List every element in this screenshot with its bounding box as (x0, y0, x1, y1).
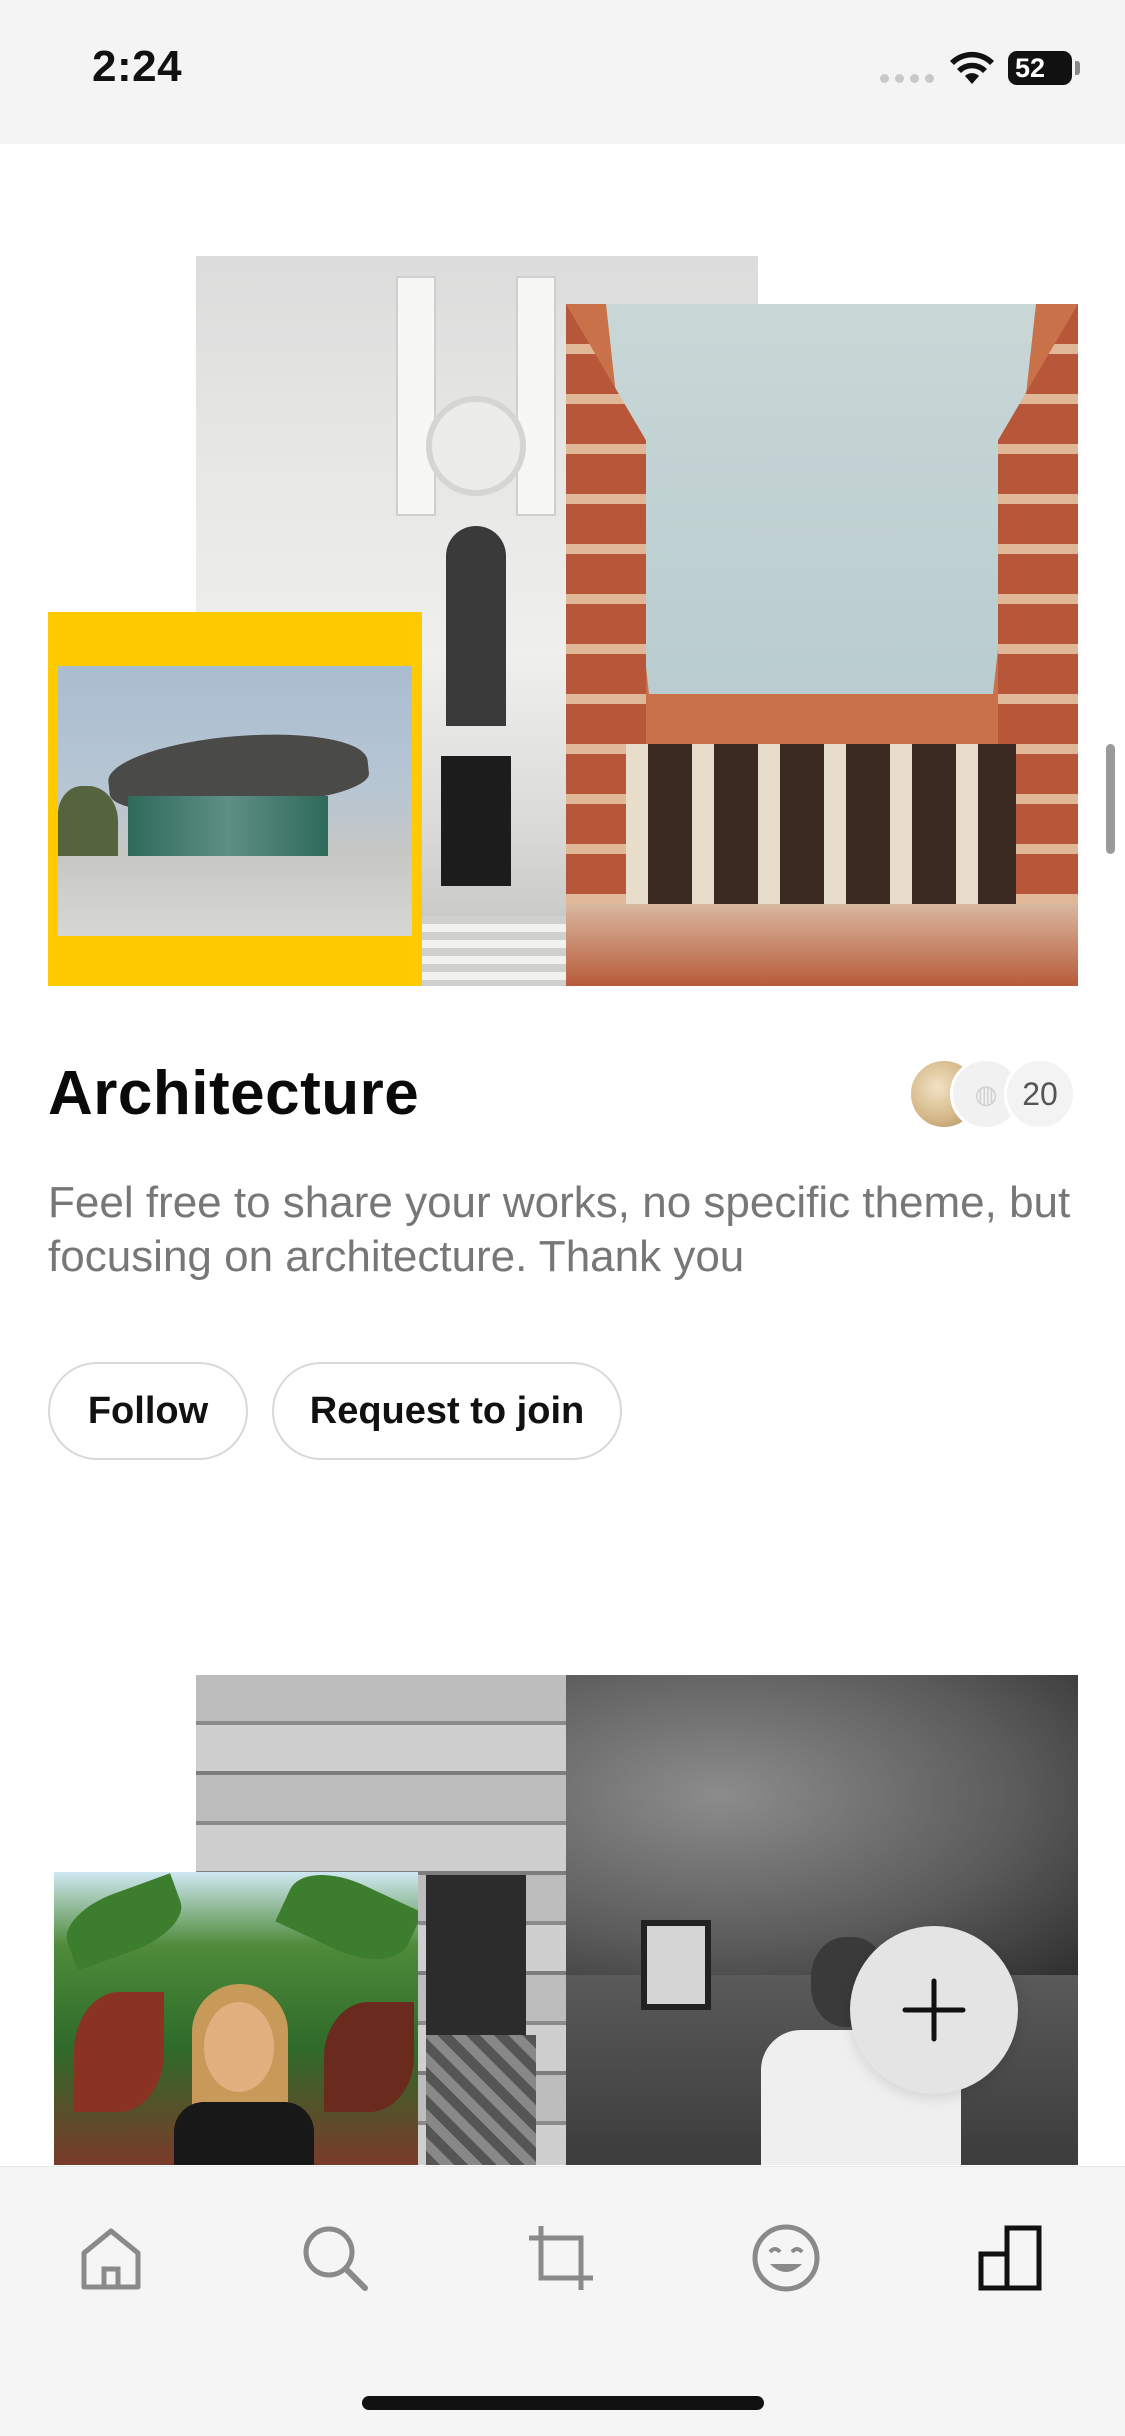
tropical-portrait-photo[interactable] (54, 1872, 418, 2165)
member-count-badge: 20 (1004, 1058, 1076, 1130)
member-avatars[interactable]: ◍ 20 (908, 1058, 1078, 1130)
battery-icon: 52 (1008, 51, 1072, 85)
tab-home[interactable] (66, 2213, 156, 2303)
request-to-join-button[interactable]: Request to join (272, 1362, 622, 1460)
battery-level: 52 (1015, 52, 1046, 83)
smiley-icon (752, 2224, 820, 2292)
group-description: Feel free to share your works, no specif… (48, 1178, 1071, 1281)
home-icon (81, 2228, 141, 2290)
modern-building-photo[interactable] (48, 612, 422, 986)
member-count: 20 (1022, 1075, 1058, 1112)
group-title: Architecture (48, 1059, 420, 1128)
status-time: 2:24 (92, 42, 183, 91)
tab-groups[interactable] (966, 2213, 1056, 2303)
palace-courtyard-photo[interactable] (566, 304, 1078, 986)
wifi-icon (950, 51, 994, 84)
tab-crop[interactable] (516, 2213, 606, 2303)
crop-icon (529, 2226, 593, 2290)
plus-icon (902, 1978, 966, 2042)
search-icon (303, 2226, 368, 2291)
cellular-signal-icon (880, 74, 934, 83)
tab-feedback[interactable] (741, 2213, 831, 2303)
follow-button[interactable]: Follow (48, 1362, 248, 1460)
create-post-button[interactable] (850, 1926, 1018, 2094)
groups-icon (978, 2225, 1042, 2291)
status-bar: 2:24 52 (0, 0, 1125, 144)
tab-search[interactable] (290, 2213, 380, 2303)
home-indicator[interactable] (362, 2396, 764, 2410)
workshop-portrait-photo[interactable] (566, 1675, 1078, 2165)
scroll-indicator[interactable] (1106, 744, 1115, 854)
battery-tip (1075, 61, 1080, 75)
